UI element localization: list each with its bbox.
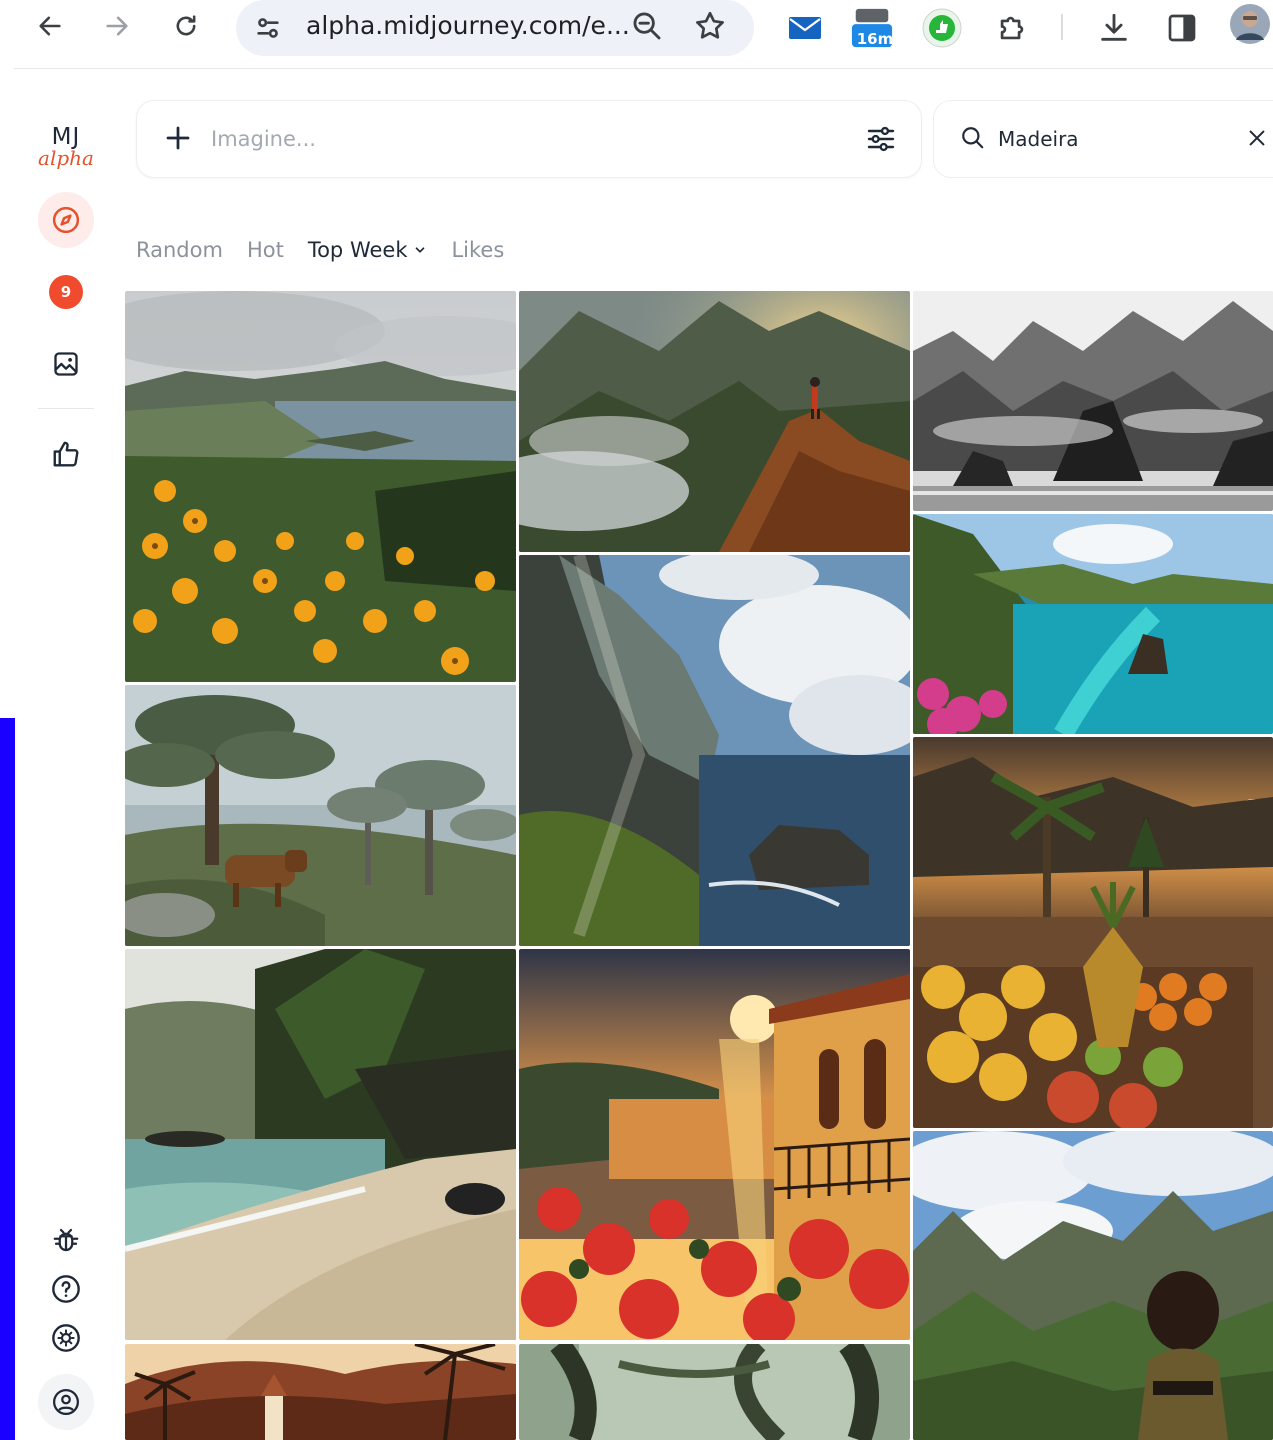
sea-cliffs-image (519, 555, 910, 946)
zoom-icon[interactable] (630, 9, 664, 43)
woman-mountains-image (913, 1131, 1273, 1440)
reload-button[interactable] (166, 6, 206, 46)
address-bar[interactable]: alpha.midjourney.com/e... (236, 0, 754, 56)
thumbs-badge-icon (922, 8, 962, 48)
fruit-market-image (913, 737, 1273, 1128)
notification-badge[interactable]: 9 (49, 275, 83, 309)
profile-avatar[interactable] (1228, 4, 1272, 44)
search-icon (962, 127, 984, 149)
settings-sliders-icon[interactable] (865, 123, 897, 155)
mail-icon (789, 17, 821, 39)
imagine-input[interactable] (209, 121, 813, 157)
imagine-bar (136, 100, 922, 178)
plus-icon[interactable] (163, 123, 193, 153)
arrow-right-icon (106, 16, 128, 36)
gallery-image-hiker-peak[interactable] (519, 291, 910, 552)
bookmark-star-icon[interactable] (692, 8, 728, 44)
gallery-image-woman-mountains[interactable] (913, 1131, 1273, 1440)
avatar-icon (1230, 4, 1270, 44)
downloads-button[interactable] (1092, 8, 1136, 48)
help-button[interactable] (38, 1261, 94, 1317)
bug-icon (53, 1228, 79, 1252)
tab-label: Likes (451, 238, 505, 262)
mj-alpha-logo[interactable]: MJ alpha (36, 124, 96, 168)
left-edge-stripe (0, 718, 15, 1440)
tab-random[interactable]: Random (136, 238, 223, 262)
user-circle-icon (53, 1389, 79, 1415)
image-icon (54, 352, 78, 376)
side-panel-button[interactable] (1160, 8, 1204, 48)
sun-icon (52, 1324, 80, 1352)
site-settings-icon[interactable] (252, 12, 284, 44)
blue-bay-image (913, 514, 1273, 734)
gallery-image-blue-bay[interactable] (913, 514, 1273, 734)
arrow-left-icon (39, 16, 61, 36)
green-extension[interactable] (920, 8, 964, 48)
coastal-flowers-image (125, 291, 516, 682)
gallery-image-fruit-market[interactable] (913, 737, 1273, 1128)
account-button[interactable] (38, 1374, 94, 1430)
tab-likes[interactable]: Likes (451, 238, 504, 262)
bug-report-button[interactable] (38, 1212, 94, 1268)
chevron-down-icon (416, 247, 425, 253)
gallery-image-village-illustration[interactable] (125, 1344, 516, 1440)
gallery-image-sea-cliffs[interactable] (519, 555, 910, 946)
mail-extension[interactable] (783, 8, 827, 48)
toolbar-divider (1061, 14, 1063, 40)
village-illustration-image (125, 1344, 516, 1440)
browser-toolbar: alpha.midjourney.com/e... 16m (0, 0, 1273, 69)
likes-button[interactable] (38, 426, 94, 482)
tab-label: Random (136, 238, 223, 262)
hiker-peak-image (519, 291, 910, 552)
tab-top-week[interactable]: Top Week (308, 238, 428, 262)
logo-alpha: alpha (38, 146, 94, 170)
back-button[interactable] (30, 6, 70, 46)
timer-extension[interactable]: 16m (850, 8, 894, 48)
forward-button[interactable] (97, 6, 137, 46)
misty-forest-image (519, 1344, 910, 1440)
theme-toggle-button[interactable] (38, 1310, 94, 1366)
gallery-image-sunset-balcony[interactable] (519, 949, 910, 1340)
gallery-image-misty-forest[interactable] (519, 1344, 910, 1440)
gallery-image-cow-forest[interactable] (125, 685, 516, 946)
compass-icon (52, 206, 80, 234)
create-button[interactable] (38, 336, 94, 392)
sunset-balcony-image (519, 949, 910, 1340)
bw-mountains-image (913, 291, 1273, 511)
feed-tabs: Random Hot Top Week Likes (136, 238, 504, 262)
gallery-image-bw-mountains[interactable] (913, 291, 1273, 511)
search-bar (933, 100, 1273, 178)
download-icon (1101, 13, 1127, 41)
help-icon (52, 1275, 80, 1303)
toolbar-bottom-border (14, 68, 1273, 69)
tab-hot[interactable]: Hot (247, 238, 284, 262)
cow-forest-image (125, 685, 516, 946)
beach-cliffs-image (125, 949, 516, 1340)
side-panel-icon (1168, 14, 1196, 42)
url-text: alpha.midjourney.com/e... (306, 11, 630, 40)
extensions-button[interactable] (990, 8, 1034, 48)
tab-label: Hot (246, 238, 284, 262)
thumbs-up-icon (53, 441, 79, 467)
reload-icon (176, 15, 196, 36)
search-input[interactable] (996, 121, 1240, 157)
puzzle-icon (1000, 16, 1024, 40)
tab-label: Top Week (307, 238, 408, 262)
close-icon[interactable] (1246, 127, 1268, 149)
gallery-image-coastal-flowers[interactable] (125, 291, 516, 682)
sidebar-divider (38, 408, 94, 409)
explore-button[interactable] (38, 192, 94, 248)
gallery-image-beach-cliffs[interactable] (125, 949, 516, 1340)
timer-badge: 16m (856, 30, 894, 48)
